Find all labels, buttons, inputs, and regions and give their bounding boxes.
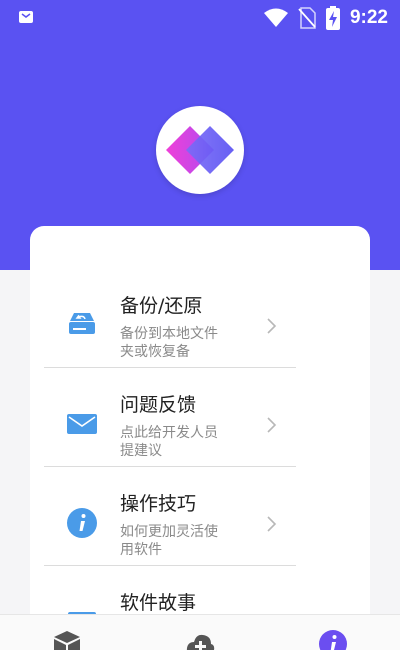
chevron-right-icon xyxy=(267,516,277,532)
menu-item-desc: 如何更加灵活使用软件 xyxy=(120,524,218,558)
menu-item-title: 操作技巧 xyxy=(120,493,197,515)
box-icon[interactable] xyxy=(52,629,82,650)
status-time: 9:22 xyxy=(349,7,388,28)
info-icon xyxy=(67,508,97,538)
menu-item-desc: 备份到本地文件夹或恢复备 xyxy=(120,326,218,360)
menu-item-backup-restore[interactable]: 备份/还原 备份到本地文件夹或恢复备 xyxy=(44,269,296,368)
chevron-right-icon xyxy=(267,417,277,433)
chevron-right-icon xyxy=(267,318,277,334)
mail-icon xyxy=(67,414,97,434)
no-sim-icon xyxy=(298,7,316,29)
menu-item-title: 问题反馈 xyxy=(120,394,197,416)
bottom-nav xyxy=(0,614,400,650)
wifi-icon xyxy=(263,8,288,27)
status-bar: 9:22 xyxy=(0,0,400,36)
battery-charging-icon xyxy=(325,6,340,30)
info-icon[interactable] xyxy=(318,629,348,650)
menu-item-title: 备份/还原 xyxy=(120,295,203,317)
menu-item-title: 软件故事 xyxy=(120,592,197,614)
backup-drive-icon xyxy=(69,313,95,334)
app-logo xyxy=(156,106,244,194)
menu-item-tips[interactable]: 操作技巧 如何更加灵活使用软件 xyxy=(44,467,296,566)
notification-icon xyxy=(19,11,33,23)
menu-item-desc: 点此给开发人员提建议 xyxy=(120,425,218,459)
menu-item-feedback[interactable]: 问题反馈 点此给开发人员提建议 xyxy=(44,368,296,467)
cloud-add-icon[interactable] xyxy=(185,629,215,650)
